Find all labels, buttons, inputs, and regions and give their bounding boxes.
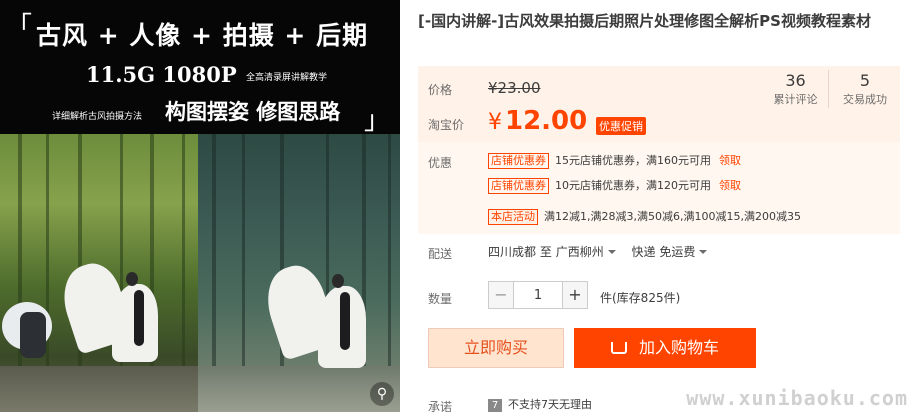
add-to-cart-label: 加入购物车 — [638, 338, 719, 357]
review-count-value: 36 — [785, 71, 806, 90]
taobao-price-label: 淘宝价 — [428, 118, 465, 132]
chevron-down-icon — [607, 249, 616, 254]
stock-info: 件(库存825件) — [600, 291, 681, 305]
before-photo — [0, 134, 198, 412]
coupon-text: 10元店铺优惠券，满120元可用 — [555, 179, 711, 192]
watermark: www.xunibaoku.com — [686, 386, 908, 410]
product-title: [-国内讲解-]古风效果拍摄后期照片处理修图全解析PS视频教程素材 — [418, 12, 871, 30]
promotions-label: 优惠 — [428, 156, 453, 170]
product-image[interactable]: 「 古风 + 人像 + 拍摄 + 后期 11.5G 1080P 全高清录屏讲解教… — [0, 0, 400, 412]
promotions: 优惠 店铺优惠券 15元店铺优惠券，满160元可用 领取 店铺优惠券 10元店铺优惠券… — [418, 142, 900, 234]
shipping-method-select[interactable]: 快递 免运费 — [632, 245, 720, 259]
claim-coupon-link[interactable]: 领取 — [719, 179, 741, 192]
coupon-tag: 店铺优惠券 — [488, 178, 549, 194]
cart-icon — [610, 341, 627, 354]
no-return-badge-icon: 7 — [488, 399, 502, 412]
review-count-caption: 累计评论 — [773, 93, 818, 106]
store-activity-row: 本店活动 满12减1,满28减3,满50减6,满100减15,满200减35 — [488, 208, 801, 225]
sales-count: 5 交易成功 — [832, 70, 898, 108]
banner-title: 古风 + 人像 + 拍摄 + 后期 — [36, 21, 369, 50]
sales-count-value: 5 — [859, 71, 871, 90]
banner-subtitle: 构图摆姿 修图思路 — [165, 99, 341, 124]
product-page: 「 古风 + 人像 + 拍摄 + 后期 11.5G 1080P 全高清录屏讲解教… — [0, 0, 914, 412]
decrease-quantity-button[interactable]: − — [488, 281, 514, 309]
product-detail: [-国内讲解-]古风效果拍摄后期照片处理修图全解析PS视频教程素材 价格 ¥23… — [418, 0, 906, 412]
banner-bracket-close: 」 — [363, 106, 390, 136]
taobao-price: ¥12.00 — [488, 106, 587, 136]
claim-coupon-link[interactable]: 领取 — [719, 154, 741, 167]
promise-label: 承诺 — [428, 400, 453, 412]
add-to-cart-button[interactable]: 加入购物车 — [574, 328, 756, 368]
sales-count-caption: 交易成功 — [843, 93, 887, 106]
banner-method: 详细解析古风拍摄方法 — [52, 112, 143, 122]
image-banner: 「 古风 + 人像 + 拍摄 + 后期 11.5G 1080P 全高清录屏讲解教… — [0, 0, 400, 136]
chevron-down-icon — [699, 249, 708, 254]
coupon-row: 店铺优惠券 15元店铺优惠券，满160元可用 领取 — [488, 152, 741, 169]
review-count[interactable]: 36 累计评论 — [763, 70, 829, 108]
banner-bracket-open: 「 — [6, 12, 33, 42]
banner-spec: 11.5G 1080P — [86, 62, 237, 87]
shipping-destination-select[interactable]: 广西柳州 — [556, 245, 628, 259]
currency-symbol: ¥ — [488, 110, 502, 135]
magnifier-icon[interactable]: ⚲ — [370, 382, 394, 406]
quantity-stepper: − + — [488, 281, 588, 309]
shipping-to: 至 — [539, 245, 552, 259]
after-photo: ⚲ — [198, 134, 400, 412]
service-promise: 7 不支持7天无理由 — [488, 396, 592, 412]
store-activity-text: 满12减1,满28减3,满50减6,满100减15,满200减35 — [544, 210, 801, 223]
quantity-input[interactable] — [514, 281, 562, 309]
shipping-label: 配送 — [428, 247, 453, 261]
price-label: 价格 — [428, 83, 453, 97]
promise-text: 不支持7天无理由 — [508, 398, 592, 411]
taobao-price-value: 12.00 — [505, 106, 588, 136]
coupon-tag: 店铺优惠券 — [488, 153, 549, 169]
price-box: 价格 ¥23.00 淘宝价 ¥12.00 优惠促销 36 累计评论 5 交易成功 — [418, 66, 900, 142]
increase-quantity-button[interactable]: + — [562, 281, 588, 309]
coupon-text: 15元店铺优惠券，满160元可用 — [555, 154, 711, 167]
banner-spec-note: 全高清录屏讲解教学 — [246, 73, 328, 83]
shipping-origin: 四川成都 — [488, 245, 537, 259]
original-price: ¥23.00 — [488, 79, 541, 97]
buy-now-button[interactable]: 立即购买 — [428, 328, 564, 368]
coupon-row: 店铺优惠券 10元店铺优惠券，满120元可用 领取 — [488, 177, 741, 194]
shipping-info: 四川成都 至 广西柳州 快递 免运费 — [488, 243, 719, 260]
quantity-label: 数量 — [428, 292, 453, 306]
promo-tag: 优惠促销 — [596, 117, 646, 135]
store-activity-tag: 本店活动 — [488, 209, 538, 225]
